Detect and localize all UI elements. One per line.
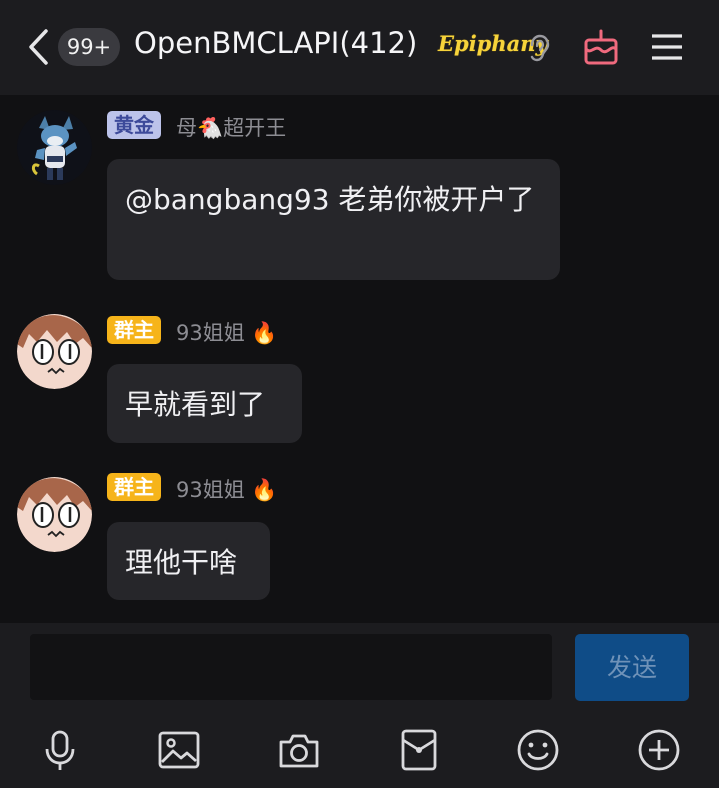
sender-nickname[interactable]: 93姐姐 🔥 — [176, 317, 278, 347]
role-badge-gold: 黄金 — [107, 111, 161, 139]
role-badge-owner: 群主 — [107, 473, 161, 501]
avatar[interactable] — [17, 314, 92, 389]
role-badge-owner: 群主 — [107, 316, 161, 344]
message-input[interactable] — [30, 634, 552, 700]
input-toolbar — [0, 711, 719, 788]
image-icon[interactable] — [157, 728, 201, 772]
chat-header: 99+ OpenBMCLAPI(412) Epiphany — [0, 0, 719, 95]
camera-icon[interactable] — [277, 728, 321, 772]
ear-icon[interactable] — [528, 34, 550, 62]
sender-nickname[interactable]: 93姐姐 🔥 — [176, 474, 278, 504]
red-packet-icon[interactable] — [397, 728, 441, 772]
plus-icon[interactable] — [637, 728, 681, 772]
message-bubble[interactable]: 早就看到了 — [107, 364, 302, 443]
avatar[interactable] — [17, 110, 92, 185]
avatar[interactable] — [17, 477, 92, 552]
input-area: 发送 — [0, 623, 719, 711]
message-list[interactable]: 黄金 母🐔超开王 @bangbang93 老弟你被开户了 群主 93姐姐 🔥 早… — [0, 95, 719, 623]
sender-nickname[interactable]: 母🐔超开王 — [176, 112, 286, 142]
microphone-icon[interactable] — [38, 728, 82, 772]
emoji-icon[interactable] — [516, 728, 560, 772]
send-button[interactable]: 发送 — [575, 634, 689, 701]
message-bubble[interactable]: 理他干啥 — [107, 522, 270, 600]
unread-count-badge[interactable]: 99+ — [58, 28, 120, 66]
chat-title[interactable]: OpenBMCLAPI(412) — [134, 26, 417, 60]
back-icon[interactable] — [26, 28, 54, 66]
cake-icon[interactable] — [582, 28, 620, 66]
message-bubble[interactable]: @bangbang93 老弟你被开户了 — [107, 159, 560, 280]
menu-icon[interactable] — [650, 32, 684, 62]
